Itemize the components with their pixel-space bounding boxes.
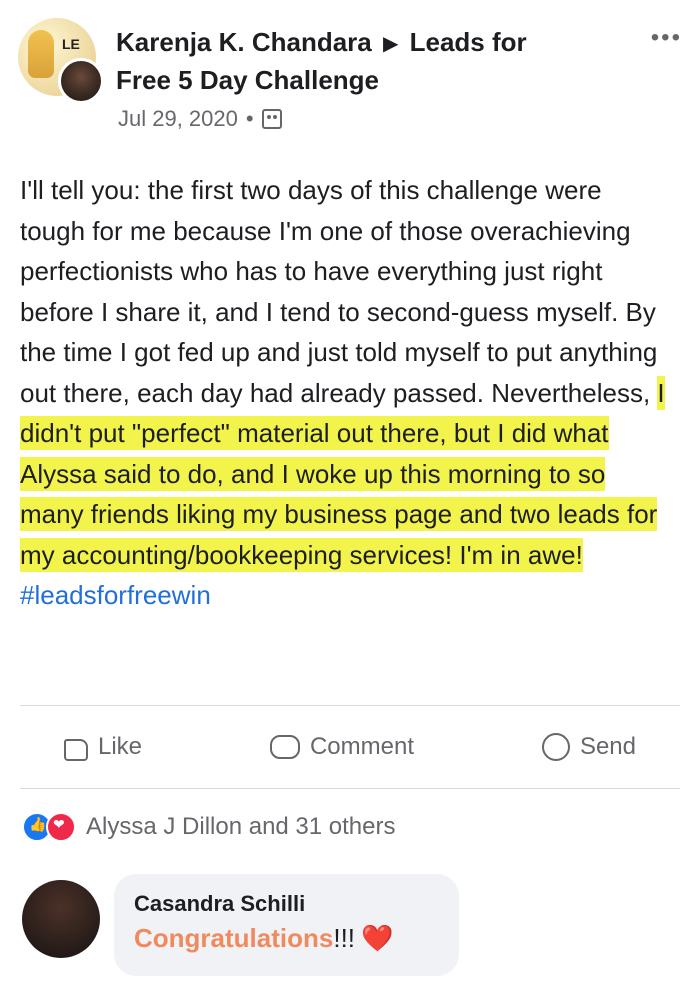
heart-emoji-icon: ❤️ — [361, 923, 394, 953]
reactions-text[interactable]: Alyssa J Dillon and 31 others — [86, 813, 396, 841]
divider-bottom — [20, 788, 680, 789]
more-options-icon[interactable]: ••• — [651, 24, 682, 52]
love-reaction-icon — [46, 812, 76, 842]
comment-bubble[interactable]: Casandra Schilli Congratulations!!! ❤️ — [114, 874, 459, 976]
send-label: Send — [579, 733, 636, 760]
post-text: I'll tell you: the first two days of thi… — [20, 170, 672, 616]
post-actions: Like Comment Send — [0, 708, 700, 786]
post-meta: Jul 29, 2020 • — [118, 106, 282, 132]
send-button[interactable]: Send — [541, 733, 636, 761]
arrow-icon: ▶ — [382, 33, 399, 55]
comment-text-main: Congratulations — [134, 923, 334, 953]
avatar-overlay-text: LE — [62, 36, 80, 52]
author-name[interactable]: Karenja K. Chandara — [116, 27, 372, 57]
messenger-send-icon — [541, 733, 570, 761]
reactions-summary[interactable]: Alyssa J Dillon and 31 others — [22, 812, 396, 842]
comment-exclamations: !!! — [333, 923, 356, 953]
comment-icon — [269, 735, 300, 759]
comment-text: Congratulations!!! ❤️ — [134, 918, 439, 958]
comment: Casandra Schilli Congratulations!!! ❤️ — [22, 872, 682, 982]
post-text-intro: I'll tell you: the first two days of thi… — [20, 175, 658, 408]
author-avatar — [58, 58, 104, 104]
like-label: Like — [97, 733, 142, 760]
author-avatar-group[interactable]: LE — [18, 18, 104, 104]
avatar-figure — [28, 30, 54, 78]
commenter-name[interactable]: Casandra Schilli — [134, 890, 439, 918]
meta-separator: • — [245, 106, 254, 131]
comment-button[interactable]: Comment — [269, 733, 414, 761]
reaction-icons — [22, 812, 76, 842]
like-button[interactable]: Like — [63, 733, 142, 761]
group-privacy-icon — [261, 109, 282, 129]
comment-label: Comment — [309, 733, 414, 760]
hashtag-link[interactable]: #leadsforfreewin — [20, 580, 211, 610]
post-date[interactable]: Jul 29, 2020 — [118, 106, 238, 132]
like-icon — [63, 739, 88, 761]
divider-top — [20, 705, 680, 706]
post-header-title[interactable]: Karenja K. Chandara ▶ Leads for Free 5 D… — [116, 24, 586, 98]
commenter-avatar[interactable] — [22, 880, 100, 958]
